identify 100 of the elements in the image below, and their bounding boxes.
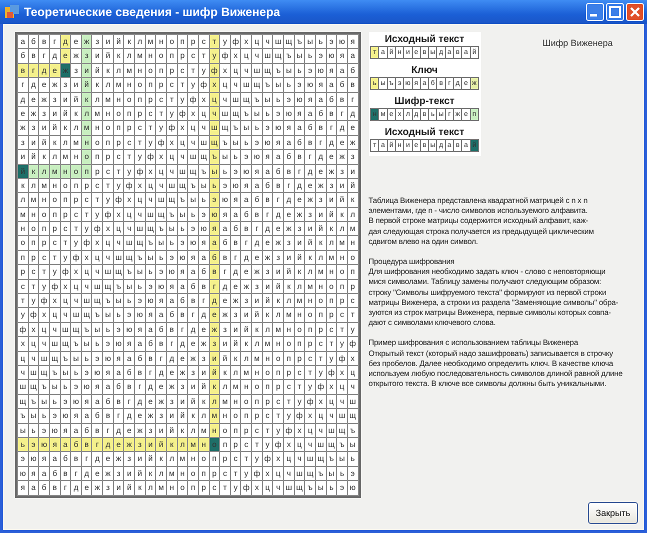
table-cell: у — [284, 409, 294, 423]
table-cell: ч — [114, 236, 124, 250]
table-cell: о — [178, 481, 188, 494]
table-cell: х — [198, 92, 209, 106]
table-cell: д — [273, 208, 284, 222]
table-cell: ш — [103, 265, 113, 279]
table-cell: т — [241, 452, 252, 466]
table-cell: м — [326, 250, 336, 264]
table-cell: ы — [262, 92, 272, 106]
table-cell: ц — [198, 106, 209, 120]
table-cell: е — [284, 208, 294, 222]
table-cell: в — [60, 466, 70, 480]
table-cell: в — [124, 380, 134, 394]
table-cell: т — [135, 136, 145, 150]
table-cell: т — [230, 466, 240, 480]
table-cell: г — [103, 424, 113, 437]
table-cell: с — [166, 78, 177, 92]
table-cell: ц — [28, 337, 38, 351]
table-cell: ы — [305, 35, 315, 48]
close-button[interactable] — [626, 3, 644, 21]
table-cell: м — [166, 466, 177, 480]
table-cell: т — [178, 78, 188, 92]
table-cell: б — [294, 136, 304, 150]
table-cell: о — [210, 438, 220, 452]
table-cell: щ — [146, 222, 156, 236]
table-cell: ц — [166, 150, 177, 164]
table-cell: л — [188, 424, 198, 437]
table-cell: ъ — [348, 424, 358, 437]
table-cell: ш — [124, 236, 134, 250]
table-cell: р — [60, 208, 70, 222]
table-cell: о — [146, 64, 156, 78]
table-cell: х — [114, 208, 124, 222]
table-cell: щ — [178, 178, 188, 192]
table-cell: т — [82, 208, 92, 222]
maximize-button[interactable] — [606, 3, 624, 21]
table-cell: в — [198, 280, 209, 294]
table-cell: т — [146, 121, 156, 135]
table-cell: к — [348, 193, 358, 207]
table-cell: б — [252, 193, 262, 207]
table-cell: й — [18, 164, 28, 178]
table-cell: я — [305, 92, 315, 106]
table-cell: а — [178, 280, 188, 294]
table-cell: е — [252, 250, 262, 264]
table-cell: д — [230, 265, 240, 279]
table-cell: у — [337, 337, 347, 351]
table-cell: ю — [326, 49, 336, 63]
table-cell: а — [241, 193, 252, 207]
table-cell: э — [230, 164, 240, 178]
table-cell: б — [262, 178, 272, 192]
table-cell: э — [146, 280, 156, 294]
table-cell: о — [28, 222, 38, 236]
table-cell: ъ — [135, 250, 145, 264]
table-cell: а — [92, 394, 102, 408]
table-cell: а — [135, 337, 145, 351]
table-cell: ю — [92, 366, 102, 380]
table-cell: у — [273, 424, 284, 437]
table-cell: д — [284, 193, 294, 207]
table-cell: р — [92, 164, 102, 178]
table-cell: ы — [82, 337, 92, 351]
table-cell: т — [166, 92, 177, 106]
table-cell: ш — [273, 35, 284, 48]
table-cell: з — [262, 265, 272, 279]
table-cell: е — [348, 121, 358, 135]
table-cell: х — [92, 236, 102, 250]
table-cell: б — [60, 452, 70, 466]
table-cell: б — [166, 308, 177, 322]
table-cell: ш — [348, 394, 358, 408]
table-cell: в — [252, 208, 262, 222]
table-cell: н — [178, 466, 188, 480]
table-cell: у — [316, 366, 326, 380]
table-cell: д — [18, 92, 28, 106]
close-dialog-button[interactable]: Закрыть — [588, 502, 638, 524]
table-cell: а — [210, 236, 220, 250]
table-cell: з — [273, 250, 284, 264]
table-cell: т — [156, 106, 166, 120]
table-cell: т — [220, 481, 230, 494]
table-cell: в — [210, 265, 220, 279]
table-cell: ъ — [60, 352, 70, 365]
table-cell: х — [188, 106, 198, 120]
table-cell: л — [348, 208, 358, 222]
table-cell: е — [60, 49, 70, 63]
table-cell: в — [262, 193, 272, 207]
table-cell: б — [198, 265, 209, 279]
table-cell: к — [284, 280, 294, 294]
table-cell: ь — [305, 49, 315, 63]
table-cell: з — [178, 380, 188, 394]
table-cell: б — [71, 438, 81, 452]
table-cell: м — [92, 106, 102, 120]
minimize-button[interactable] — [586, 3, 604, 21]
table-cell: н — [71, 150, 81, 164]
table-cell: г — [337, 106, 347, 120]
table-cell: н — [316, 280, 326, 294]
table-cell: и — [114, 481, 124, 494]
table-cell: ю — [60, 409, 70, 423]
table-cell: з — [103, 481, 113, 494]
table-cell: й — [337, 193, 347, 207]
table-cell: ц — [60, 294, 70, 308]
table-cell: ф — [114, 193, 124, 207]
table-cell: ь — [262, 106, 272, 120]
table-cell: ы — [50, 380, 60, 394]
